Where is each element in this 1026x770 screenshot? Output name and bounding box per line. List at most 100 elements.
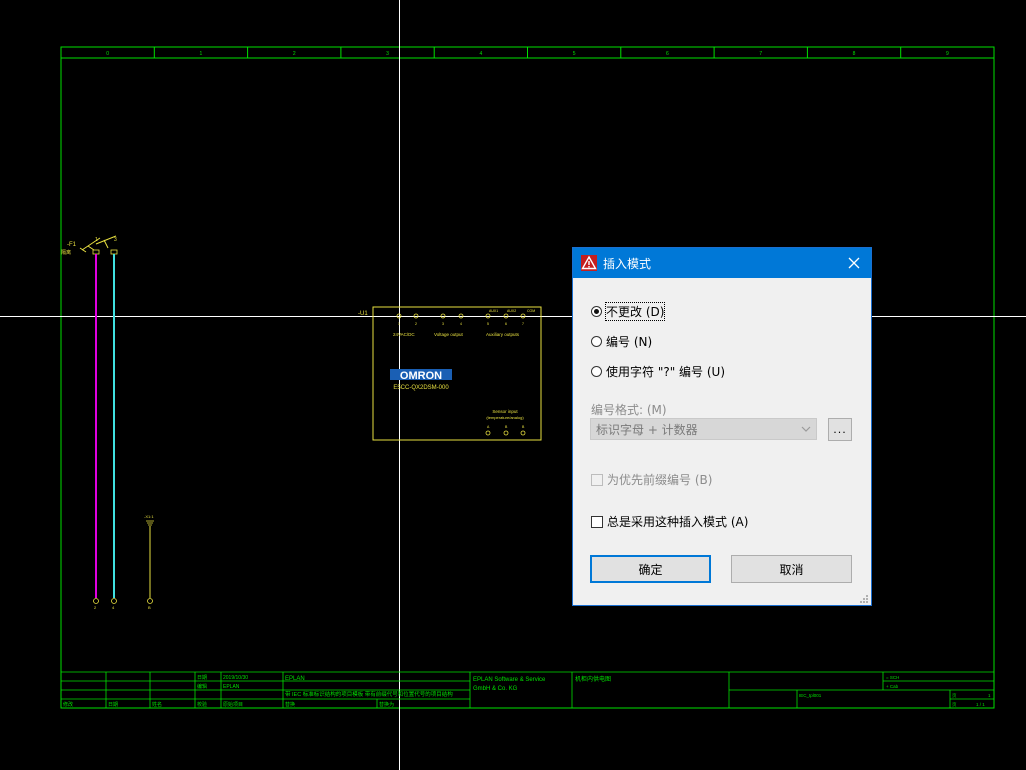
tb-row1-c: 姓名 [152, 701, 162, 708]
device-aux-pin-1: AUX1 [489, 309, 498, 313]
schematic-canvas[interactable]: 0 1 2 3 4 5 6 7 8 9 -F1 隔离 1 3 2 4 -X1:1 B -U1 1 2… [0, 0, 1026, 770]
format-combobox[interactable]: 标识字母 + 计数器 [590, 418, 817, 440]
device-bottom-pin[interactable] [503, 430, 509, 436]
radio-numbering-indicator[interactable] [591, 336, 602, 347]
device-top-pin-label: 2 [415, 322, 417, 326]
device-label-sensor-sub: (temperature/analog) [486, 415, 524, 420]
dialog-title: 插入模式 [603, 256, 652, 271]
tb-drawing-title: 机柜内供电图 [575, 675, 611, 683]
column-number: 9 [946, 51, 949, 57]
column-number: 6 [666, 51, 669, 57]
terminal-bottom-pin: B [148, 605, 151, 610]
device-aux-pin-2: AUX2 [507, 309, 516, 313]
device-label-supply: 24VAC/DC [393, 332, 415, 337]
insert-mode-dialog[interactable]: 插入模式 不更改 (D) 编号 (N) 使用字符 "?" 编号 (U) 编号格式… [572, 247, 872, 606]
cancel-button[interactable]: 取消 [731, 555, 852, 583]
tb-sheet-label: 页 [952, 702, 957, 708]
always-checkbox[interactable] [591, 515, 603, 528]
fuse-f1[interactable]: -F1 隔离 1 3 [61, 235, 118, 256]
device-top-pin-label: 7 [522, 322, 524, 326]
dialog-title-bar[interactable]: 插入模式 [573, 248, 871, 278]
fuse-sub: 隔离 [61, 249, 71, 256]
tb-page-label: 页 [952, 693, 957, 699]
chevron-down-icon [800, 423, 812, 435]
device-top-pin-label: 5 [487, 322, 489, 326]
tb-row2-label-b: 替换为 [379, 701, 394, 708]
prefix-checkbox-row[interactable]: 为优先前缀编号 (B) [591, 471, 712, 488]
tb-doc-code: IEC_tpl001 [799, 693, 822, 698]
fuse-pin-right: 3 [114, 237, 117, 243]
always-checkbox-label: 总是采用这种插入模式 (A) [607, 515, 749, 529]
column-number: 0 [106, 51, 109, 57]
device-top-pins: 1 2 3 4 5 6 7 [396, 313, 526, 326]
tb-editor-value: EPLAN [223, 684, 240, 690]
tb-company-1: EPLAN Software & Service [473, 677, 546, 683]
device-top-pin-label: 4 [460, 322, 462, 326]
always-checkbox-row[interactable]: 总是采用这种插入模式 (A) [591, 513, 748, 530]
fuse-bottom-pin-1: 2 [94, 605, 97, 610]
omron-logo: OMRON [400, 370, 442, 382]
radio-no-change-indicator[interactable] [591, 306, 602, 317]
radio-number-with-char-indicator[interactable] [591, 366, 602, 377]
column-number: 1 [200, 51, 203, 57]
device-u1[interactable]: -U1 1 2 3 4 5 6 7 AUX1 AUX2 COM 24VAC/DC Volta… [358, 306, 542, 441]
fuse-connect-a [92, 249, 100, 255]
terminal-symbol [146, 520, 154, 526]
fuse-connect-b [110, 249, 118, 255]
tb-editor-label: 编辑 [197, 683, 207, 690]
device-bottom-pin-label: B [505, 425, 508, 429]
close-icon[interactable] [845, 254, 863, 272]
tb-date-label: 日期 [197, 675, 207, 681]
format-label: 编号格式: (M) [591, 403, 667, 417]
device-label-voltage: Voltage output [434, 332, 464, 337]
column-number: 4 [479, 51, 482, 57]
device-bottom-pin-label: B [522, 425, 525, 429]
device-label-sensor: Sensor input [492, 409, 518, 414]
tb-check-value: 原始项目 [223, 701, 243, 708]
radio-no-change-label: 不更改 (D) [604, 302, 666, 321]
radio-no-change[interactable]: 不更改 (D) [591, 302, 666, 321]
eplan-warning-icon [581, 255, 597, 271]
prefix-checkbox[interactable] [591, 473, 603, 486]
tb-page-value: 1 [988, 693, 991, 698]
device-bottom-pin[interactable] [520, 430, 526, 436]
device-model: E5CC-QX2DSM-000 [393, 385, 449, 391]
device-tag: -U1 [358, 311, 368, 317]
wire-magenta-end [93, 598, 99, 604]
terminal-tag: -X1:1 [144, 514, 154, 519]
column-number: 5 [573, 51, 576, 57]
tb-sheet-value: 1 / 1 [976, 702, 985, 707]
column-number: 2 [293, 51, 296, 57]
tb-row1-b: 日期 [108, 702, 118, 708]
tb-description: 带 IEC 标准标识结构的项目模板 带有前缀代号和位置代号的项目结构 [285, 690, 453, 698]
wire-cyan-end [111, 598, 117, 604]
tb-location: + Cab [886, 684, 899, 689]
device-label-aux: Auxiliary outputs [486, 332, 520, 337]
prefix-checkbox-label: 为优先前缀编号 (B) [607, 473, 713, 487]
column-dividers [153, 47, 902, 58]
device-top-pin-label: 3 [442, 322, 444, 326]
radio-number-with-char-label: 使用字符 "?" 编号 (U) [606, 365, 725, 379]
tb-row2-label: 替换 [285, 701, 295, 708]
device-bottom-pins: ABB [485, 425, 526, 436]
device-aux-pin-3: COM [527, 309, 535, 313]
resize-grip-icon[interactable] [859, 593, 869, 603]
tb-company-short: EPLAN [285, 676, 305, 682]
radio-numbering-label: 编号 (N) [606, 335, 653, 349]
device-bottom-pin[interactable] [485, 430, 491, 436]
column-number: 3 [386, 51, 389, 57]
tb-plant: = SCH [886, 675, 899, 680]
radio-number-with-char[interactable]: 使用字符 "?" 编号 (U) [591, 363, 725, 380]
format-combobox-value: 标识字母 + 计数器 [596, 422, 698, 437]
device-bottom-pin-label: A [487, 425, 490, 429]
title-block-text: 日期 2019/10/30 编辑 EPLAN 校验 原始项目 EPLAN 带 I… [63, 675, 991, 708]
device-top-pin-label: 1 [398, 322, 400, 326]
column-number: 7 [759, 51, 762, 57]
fuse-tag: -F1 [67, 242, 77, 248]
tb-check-label: 校验 [197, 701, 207, 708]
tb-company-2: GmbH & Co. KG [473, 686, 518, 692]
terminal-x1[interactable]: -X1:1 B [144, 514, 154, 610]
format-browse-button[interactable]: ... [828, 418, 852, 441]
ok-button[interactable]: 确定 [590, 555, 711, 583]
radio-numbering[interactable]: 编号 (N) [591, 333, 652, 350]
